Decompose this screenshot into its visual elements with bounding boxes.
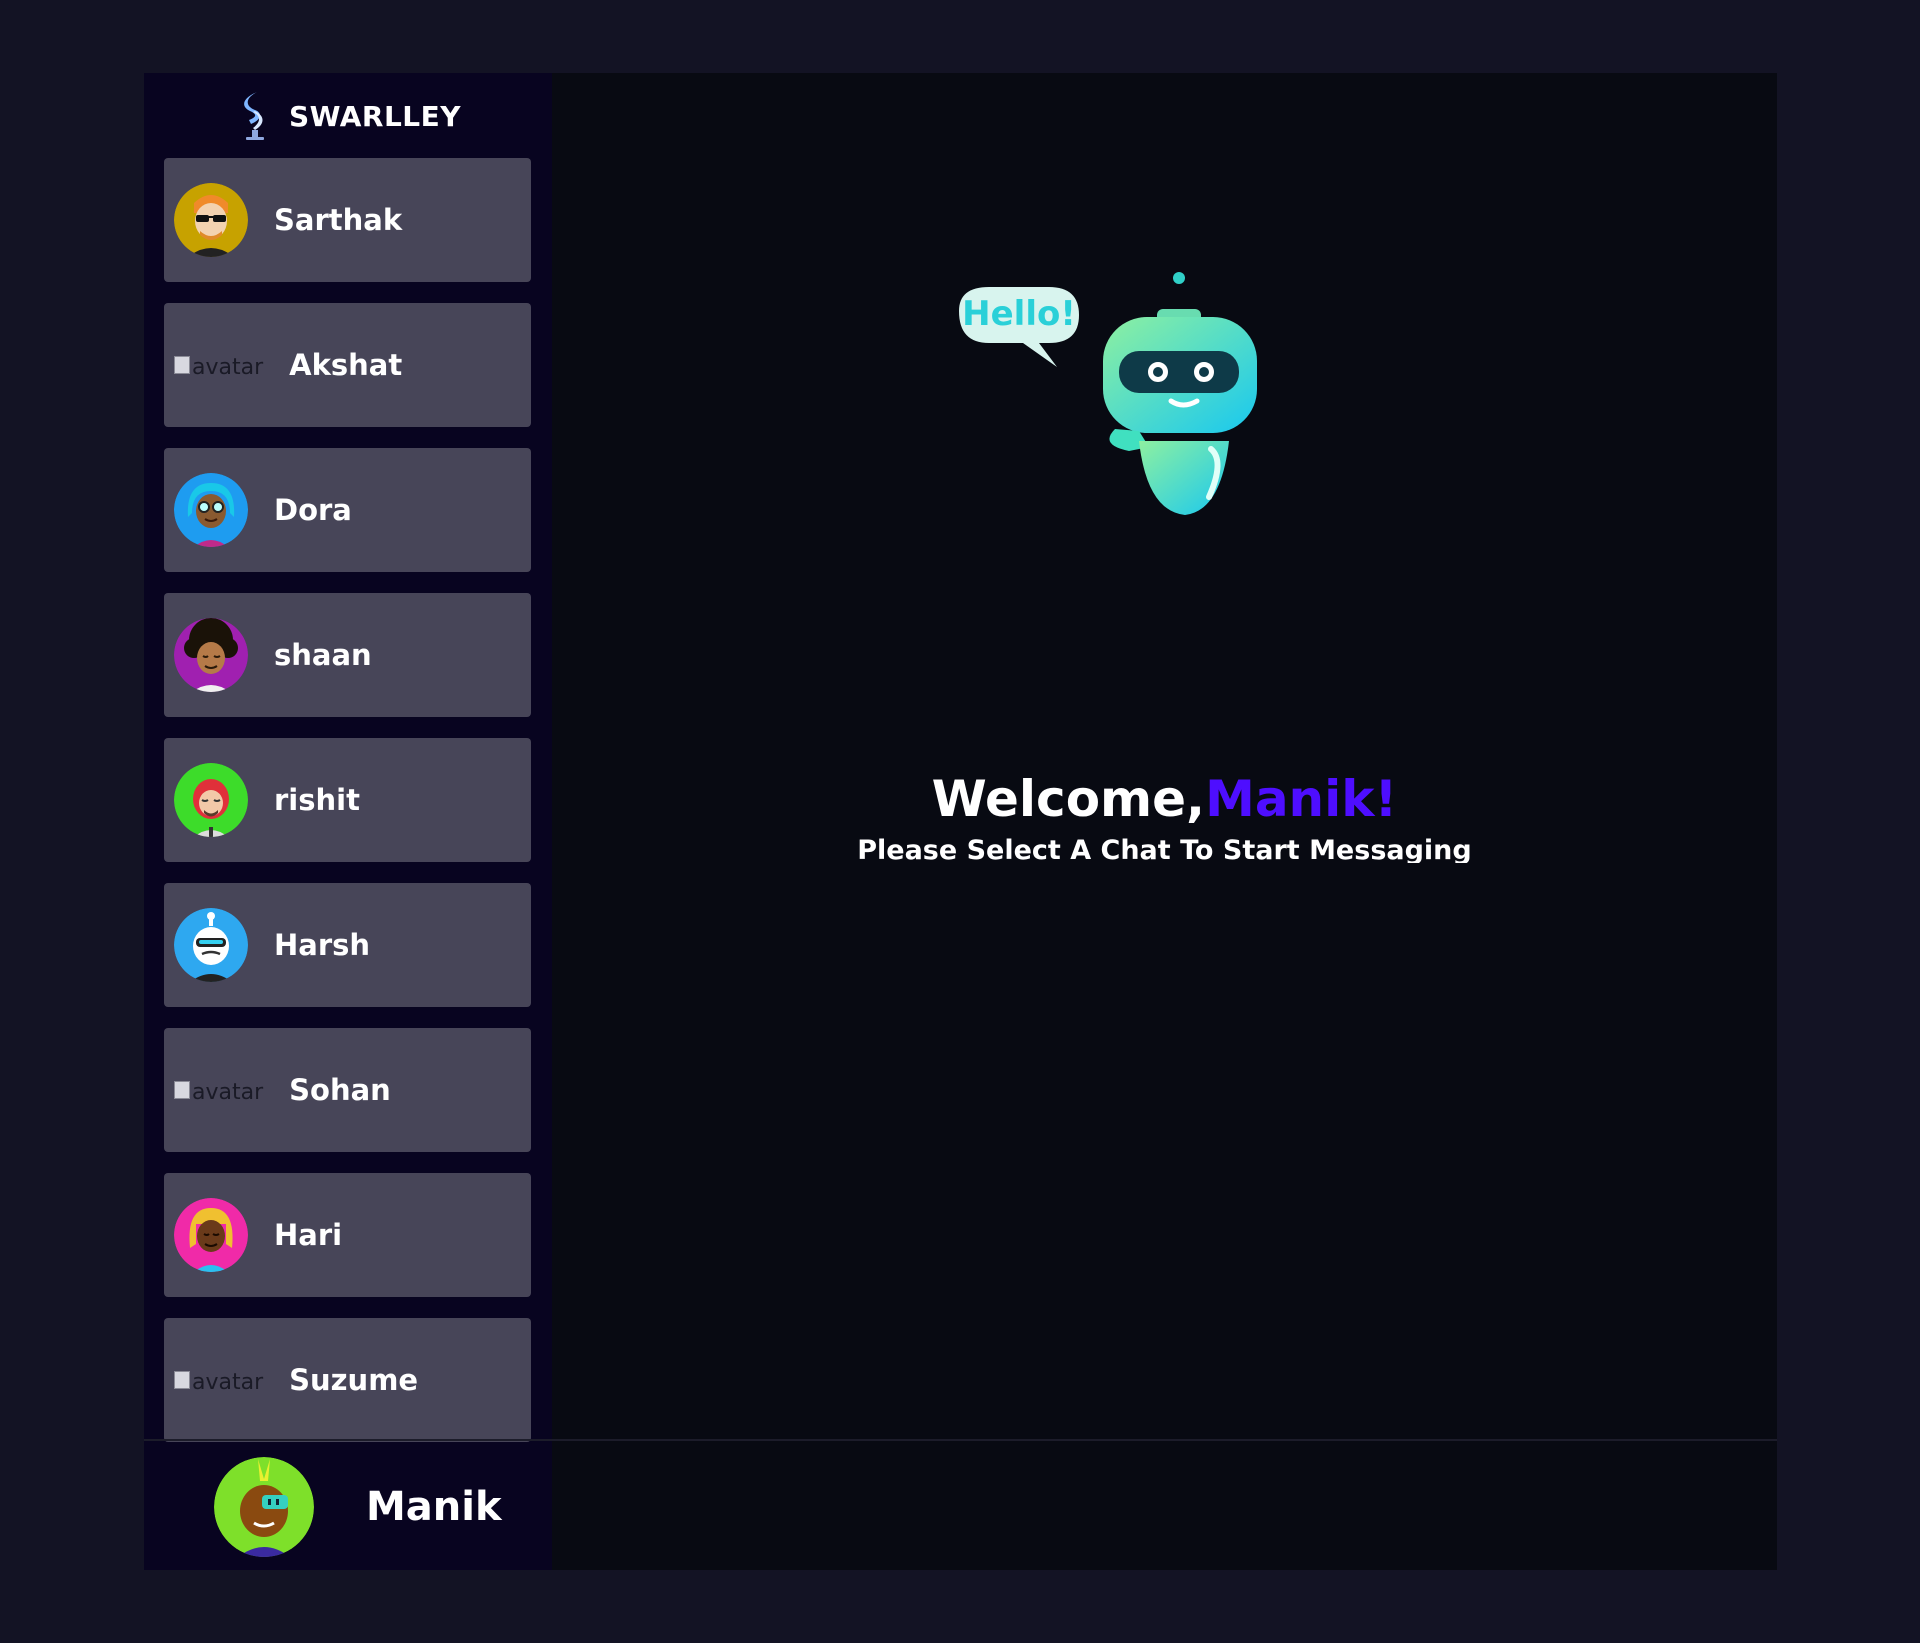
contact-name: shaan bbox=[274, 638, 372, 672]
contact-name: Akshat bbox=[289, 348, 403, 382]
avatar-blonde-woman-icon bbox=[174, 1198, 248, 1272]
contact-item[interactable]: Sarthak bbox=[164, 158, 531, 282]
avatar-masked-man-icon bbox=[174, 763, 248, 837]
broken-image-icon bbox=[174, 1371, 190, 1389]
contact-name: Dora bbox=[274, 493, 352, 527]
contact-item[interactable]: Harsh bbox=[164, 883, 531, 1007]
bubble-text: Hello! bbox=[962, 294, 1076, 334]
brand-header: SWARLLEY bbox=[144, 73, 552, 159]
welcome-panel: Hello! Welcome,Manik! Please Select A Ch… bbox=[552, 73, 1777, 1443]
broken-image-avatar: avatar bbox=[174, 1075, 263, 1105]
welcome-greeting: Welcome, bbox=[931, 770, 1206, 828]
broken-image-avatar: avatar bbox=[174, 1365, 263, 1395]
welcome-title: Welcome,Manik! bbox=[552, 763, 1777, 835]
contact-item[interactable]: avatar Sohan bbox=[164, 1028, 531, 1152]
welcome-username: Manik! bbox=[1205, 770, 1398, 828]
contacts-sidebar: SWARLLEY Sarthak avatar Akshat Dora shaa… bbox=[144, 73, 552, 1570]
contact-name: Suzume bbox=[289, 1363, 419, 1397]
broken-image-avatar: avatar bbox=[174, 350, 263, 380]
contact-item[interactable]: rishit bbox=[164, 738, 531, 862]
avatar-alt-text: avatar bbox=[192, 1080, 264, 1105]
welcome-subtitle: Please Select A Chat To Start Messaging bbox=[857, 835, 1472, 863]
contact-name: rishit bbox=[274, 783, 360, 817]
current-user-name: Manik bbox=[366, 1484, 502, 1530]
broken-image-icon bbox=[174, 1081, 190, 1099]
avatar-sunglasses-man-icon bbox=[174, 183, 248, 257]
contact-item[interactable]: avatar Suzume bbox=[164, 1318, 531, 1442]
divider bbox=[144, 1439, 1777, 1441]
swirl-logo-icon bbox=[244, 92, 264, 140]
chat-app: SWARLLEY Sarthak avatar Akshat Dora shaa… bbox=[144, 73, 1777, 1570]
contact-name: Sohan bbox=[289, 1073, 391, 1107]
hello-robot-illustration: Hello! bbox=[959, 272, 1257, 515]
current-user-panel: Manik bbox=[144, 1444, 552, 1570]
contact-name: Sarthak bbox=[274, 203, 403, 237]
contact-item[interactable]: shaan bbox=[164, 593, 531, 717]
contact-item[interactable]: avatar Akshat bbox=[164, 303, 531, 427]
avatar-curly-hair-man-icon bbox=[174, 618, 248, 692]
contact-list[interactable]: Sarthak avatar Akshat Dora shaan rishit … bbox=[164, 158, 531, 1528]
contact-name: Harsh bbox=[274, 928, 371, 962]
brand-name: SWARLLEY bbox=[288, 99, 462, 133]
avatar-mohawk-man-icon bbox=[214, 1457, 314, 1557]
avatar-glasses-woman-icon bbox=[174, 473, 248, 547]
avatar-alt-text: avatar bbox=[192, 355, 264, 380]
avatar-alt-text: avatar bbox=[192, 1370, 264, 1395]
broken-image-icon bbox=[174, 356, 190, 374]
avatar-robot-man-icon bbox=[174, 908, 248, 982]
contact-item[interactable]: Hari bbox=[164, 1173, 531, 1297]
contact-name: Hari bbox=[274, 1218, 343, 1252]
contact-item[interactable]: Dora bbox=[164, 448, 531, 572]
